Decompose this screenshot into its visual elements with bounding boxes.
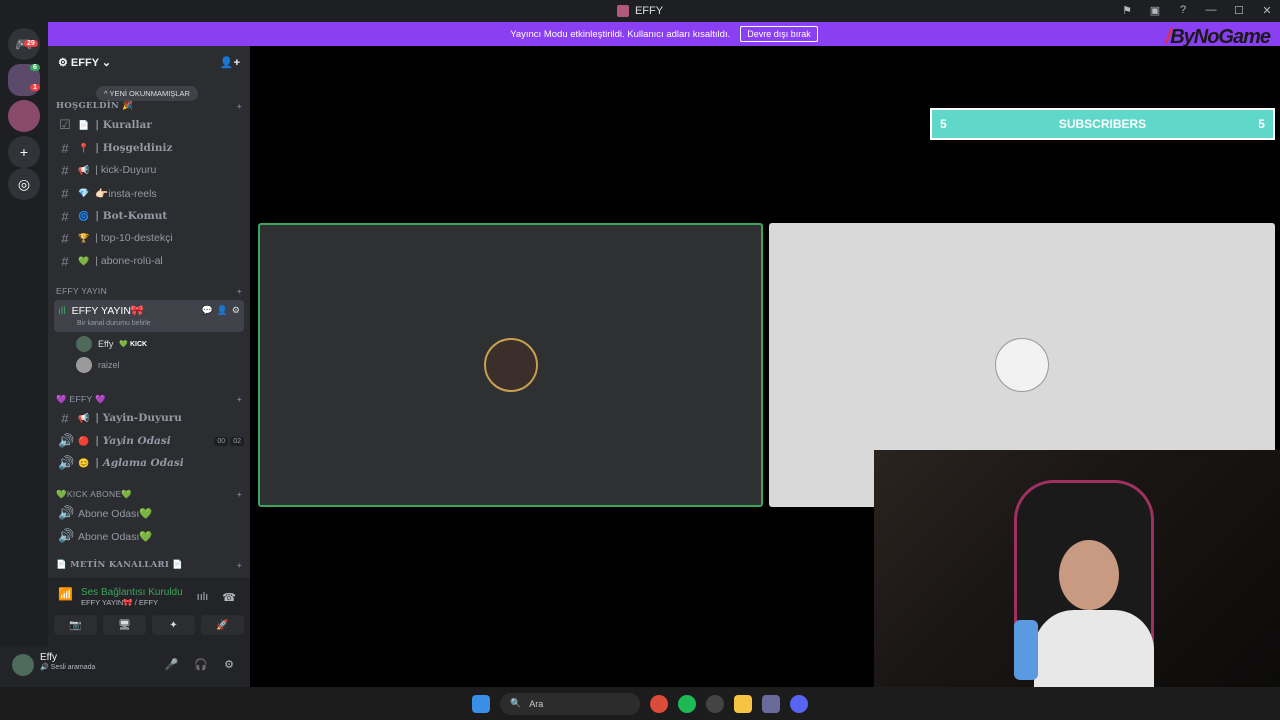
- channel-insta-reels[interactable]: # 💎 👉🏻insta-reels: [54, 183, 244, 203]
- channel-yayin-odasi[interactable]: 🔊 🔴 | Yayin Odasi 00 02: [54, 431, 244, 451]
- app-icon-4[interactable]: [706, 694, 724, 713]
- speaker-icon: 🔊: [58, 455, 75, 470]
- taskbar-search[interactable]: 🔍 Ara: [500, 692, 640, 715]
- category-metin[interactable]: 📄 METİN KANALLARI 📄 +: [56, 560, 242, 570]
- hash-icon: #: [61, 185, 69, 201]
- channel-bot-komut[interactable]: # 🌀 | Bot-Komut: [54, 206, 244, 226]
- voice-stage: 5 SUBSCRIBERS 5: [250, 46, 1280, 687]
- category-effy-yayin[interactable]: EFFY YAYIN +: [56, 286, 242, 296]
- maximize-icon[interactable]: ☐: [1232, 3, 1246, 17]
- server-icon-2[interactable]: [8, 100, 40, 132]
- disconnect-icon[interactable]: ☎: [222, 591, 236, 604]
- server-list: 🎮 29 6 1 + ◎: [0, 22, 48, 687]
- screen-share-button[interactable]: 🖥: [103, 615, 146, 635]
- checkbox-icon: ☑: [59, 117, 71, 132]
- user-settings-icon[interactable]: ⚙: [224, 658, 234, 671]
- discord-icon[interactable]: [790, 694, 808, 713]
- hash-icon: #: [61, 140, 69, 156]
- hash-icon: #: [61, 230, 69, 246]
- chrome-icon[interactable]: [650, 694, 668, 713]
- voice-connection-panel: 📶 Ses Bağlantısı Kuruldu EFFY YAYIN🎀 / E…: [48, 578, 250, 646]
- minimize-icon[interactable]: —: [1204, 3, 1218, 17]
- speaker-icon: 🔊: [58, 433, 75, 448]
- speaker-icon: 🔊: [58, 528, 75, 543]
- user-status: Sesli aramada: [50, 664, 96, 671]
- user-panel: Effy 🔊 Sesli aramada 🎤 🎧 ⚙: [0, 646, 250, 687]
- signal-icon: 📶: [58, 587, 73, 601]
- close-icon[interactable]: ✕: [1260, 3, 1274, 17]
- start-icon[interactable]: [472, 694, 490, 713]
- app-icon-6[interactable]: [762, 694, 780, 713]
- server-header[interactable]: ⚙ EFFY ⌄ 👤+: [48, 46, 250, 78]
- app-icon: [616, 5, 629, 17]
- inbox-icon[interactable]: ▣: [1148, 3, 1162, 17]
- hash-icon: #: [61, 162, 69, 178]
- channel-kurallar[interactable]: ☑ 📄 | Kurallar: [54, 115, 244, 135]
- dm-badge: 29: [24, 40, 38, 47]
- file-explorer-icon[interactable]: [734, 694, 752, 713]
- connection-status[interactable]: Ses Bağlantısı Kuruldu: [81, 587, 183, 598]
- invite-icon[interactable]: 👤+: [220, 56, 240, 69]
- noise-suppression-icon[interactable]: ıılı: [197, 591, 209, 604]
- webcam-overlay: [874, 450, 1280, 687]
- voice-channel-name: EFFY YAYIN🎀: [71, 305, 144, 317]
- settings-icon[interactable]: ⚙: [232, 305, 240, 316]
- windows-taskbar: 🔍 Ara: [0, 687, 1280, 720]
- channel-abone-odasi-1[interactable]: 🔊 Abone Odası💚: [54, 503, 244, 523]
- channel-yayin-duyuru[interactable]: # 📢 | Yayin-Duyuru: [54, 408, 244, 428]
- category-kick-abone[interactable]: 💚KICK ABONE💚 +: [56, 489, 242, 500]
- channel-kick-duyuru[interactable]: # 📢 | kick-Duyuru: [54, 160, 244, 180]
- subscribers-overlay: 5 SUBSCRIBERS 5: [930, 108, 1275, 140]
- channel-hosgeldiniz[interactable]: # 📍 | Hoşgeldiniz: [54, 138, 244, 158]
- subscribers-label: SUBSCRIBERS: [1058, 117, 1147, 131]
- channel-top-10[interactable]: # 🏆 | top-10-destekçi: [54, 228, 244, 248]
- microphone-icon[interactable]: 🎤: [165, 658, 179, 671]
- discover-icon[interactable]: ◎: [8, 168, 40, 200]
- server-badge-1: 6: [30, 64, 40, 71]
- window-title: EFFY: [634, 5, 664, 17]
- channel-status[interactable]: Bir kanal durumu belirle: [77, 320, 151, 327]
- banner-text: Yayıncı Modu etkinleştirildi. Kullanıcı …: [510, 28, 731, 40]
- camera-button[interactable]: 📷: [54, 615, 97, 635]
- avatar: [76, 357, 92, 373]
- streamer-mode-banner: Yayıncı Modu etkinleştirildi. Kullanıcı …: [48, 22, 1280, 46]
- speaker-icon: 🔊: [58, 505, 75, 520]
- channel-aglama-odasi[interactable]: 🔊 😊 | Aglama Odasi: [54, 453, 244, 473]
- participant-avatar: [995, 338, 1049, 392]
- new-unreads-pill[interactable]: ^ YENİ OKUNMAMIŞLAR: [96, 86, 198, 101]
- voice-user-raizel[interactable]: raizel: [76, 357, 120, 373]
- category-effy[interactable]: 💜 EFFY 💜 +: [56, 394, 242, 405]
- flag-icon[interactable]: ⚑: [1120, 3, 1134, 17]
- disable-streamer-mode-button[interactable]: Devre dışı bırak: [740, 26, 818, 42]
- channel-abone-rolu[interactable]: # 💚 | abone-rolü-al: [54, 251, 244, 271]
- participant-tile-effy[interactable]: [258, 223, 763, 507]
- hash-icon: #: [61, 253, 69, 269]
- server-badge-2: 1: [30, 84, 40, 91]
- user-name: Effy: [40, 652, 58, 663]
- channel-abone-odasi-2[interactable]: 🔊 Abone Odası💚: [54, 526, 244, 546]
- avatar: [76, 336, 92, 352]
- user-avatar[interactable]: [12, 654, 34, 676]
- spotify-icon[interactable]: [678, 694, 696, 713]
- headphones-icon[interactable]: 🎧: [194, 658, 208, 671]
- category-hosgeldin[interactable]: HOŞGELDİN 🎉 +: [56, 101, 242, 111]
- add-server-icon[interactable]: +: [8, 136, 40, 168]
- search-icon: 🔍: [510, 698, 522, 708]
- help-icon[interactable]: ?: [1176, 3, 1190, 17]
- voice-channel-effy-yayin[interactable]: ıll EFFY YAYIN🎀 Bir kanal durumu belirle…: [54, 300, 244, 332]
- connection-location: EFFY YAYIN🎀 / EFFY: [80, 598, 159, 607]
- window-titlebar: EFFY ⚑ ▣ ? — ☐ ✕: [0, 0, 1280, 22]
- hash-icon: #: [61, 208, 69, 224]
- subscribers-left-count: 5: [940, 117, 947, 131]
- voice-activity-icon: ıll: [58, 304, 66, 317]
- add-member-icon[interactable]: 👤: [217, 305, 228, 316]
- voice-user-effy[interactable]: Effy 💚 KICK: [76, 336, 147, 352]
- server-name: EFFY: [70, 56, 99, 69]
- soundboard-button[interactable]: 🚀: [201, 615, 244, 635]
- participant-avatar: [483, 338, 538, 392]
- subscribers-right-count: 5: [1258, 117, 1265, 131]
- activities-button[interactable]: ✦: [152, 615, 195, 635]
- chat-icon[interactable]: 💬: [201, 305, 212, 316]
